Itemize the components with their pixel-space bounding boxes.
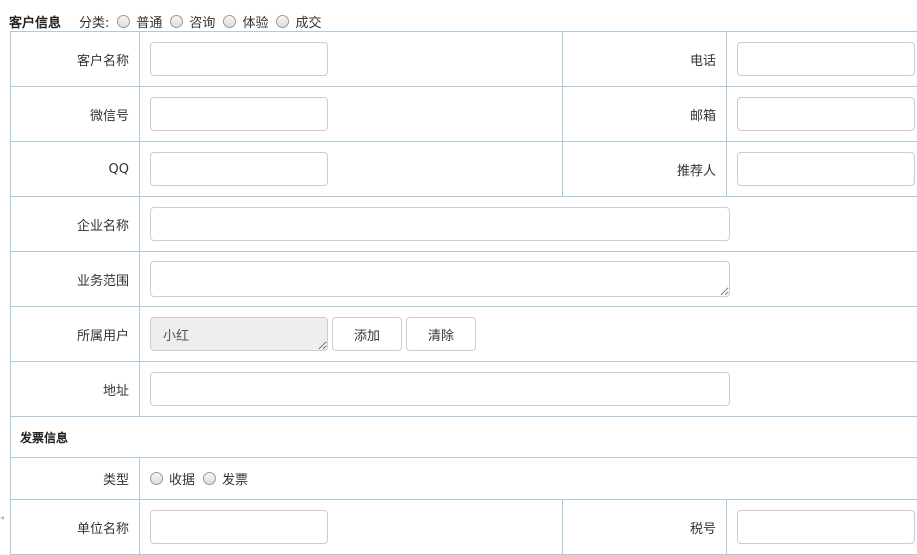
radio-circle-icon[interactable]	[203, 472, 216, 485]
customer-info-title: 客户信息	[9, 12, 61, 31]
invoice-section-row: 发票信息	[11, 417, 917, 458]
tax-number-label: 税号	[563, 500, 727, 555]
company-name-label: 企业名称	[11, 197, 140, 252]
address-cell	[140, 362, 917, 417]
email-cell	[727, 87, 917, 142]
qq-input[interactable]	[150, 152, 328, 186]
email-input[interactable]	[737, 97, 915, 131]
category-option-consult[interactable]: 咨询	[170, 12, 215, 31]
wechat-input[interactable]	[150, 97, 328, 131]
phone-label: 电话	[563, 32, 727, 87]
invoice-type-option-receipt[interactable]: 收据	[150, 469, 195, 488]
form-row: 类型 收据 发票	[11, 458, 917, 500]
clear-user-button[interactable]: 清除	[406, 317, 476, 351]
invoice-type-cell: 收据 发票	[140, 458, 917, 500]
referrer-label: 推荐人	[563, 142, 727, 197]
invoice-type-option-label: 收据	[169, 469, 195, 488]
form-row: 所属用户 小红 添加 清除	[11, 307, 917, 362]
category-option-label: 咨询	[189, 12, 215, 31]
category-option-deal[interactable]: 成交	[276, 12, 321, 31]
referrer-input[interactable]	[737, 152, 915, 186]
address-input[interactable]	[150, 372, 730, 406]
customer-info-header: 客户信息 分类: 普通 咨询 体验 成交	[9, 11, 321, 31]
category-option-label: 普通	[136, 12, 162, 31]
owner-user-controls: 小红 添加 清除	[150, 317, 917, 351]
unit-name-label: 单位名称	[11, 500, 140, 555]
invoice-type-label: 类型	[11, 458, 140, 500]
category-label: 分类:	[79, 12, 109, 31]
invoice-section-title: 发票信息	[11, 417, 917, 458]
invoice-type-radio-group: 收据 发票	[142, 469, 917, 488]
radio-circle-icon[interactable]	[276, 15, 289, 28]
form-row: 地址	[11, 362, 917, 417]
radio-circle-icon[interactable]	[223, 15, 236, 28]
form-row: 企业名称	[11, 197, 917, 252]
owner-user-cell: 小红 添加 清除	[140, 307, 917, 362]
address-label: 地址	[11, 362, 140, 417]
form-row: 业务范围	[11, 252, 917, 307]
qq-cell	[140, 142, 563, 197]
business-scope-label: 业务范围	[11, 252, 140, 307]
wechat-cell	[140, 87, 563, 142]
form-row: 微信号 邮箱	[11, 87, 917, 142]
radio-circle-icon[interactable]	[150, 472, 163, 485]
business-scope-textarea[interactable]	[150, 261, 730, 297]
customer-name-input[interactable]	[150, 42, 328, 76]
owner-user-field[interactable]: 小红	[150, 317, 328, 351]
radio-circle-icon[interactable]	[170, 15, 183, 28]
wechat-label: 微信号	[11, 87, 140, 142]
customer-name-label: 客户名称	[11, 32, 140, 87]
invoice-type-option-invoice[interactable]: 发票	[203, 469, 248, 488]
category-radio-group: 普通 咨询 体验 成交	[109, 12, 321, 31]
form-row: 单位名称 税号	[11, 500, 917, 555]
phone-input[interactable]	[737, 42, 915, 76]
referrer-cell	[727, 142, 917, 197]
owner-user-label: 所属用户	[11, 307, 140, 362]
company-name-input[interactable]	[150, 207, 730, 241]
add-user-button[interactable]: 添加	[332, 317, 402, 351]
category-option-label: 成交	[295, 12, 321, 31]
business-scope-cell	[140, 252, 917, 307]
qq-label: QQ	[11, 142, 140, 197]
unit-name-cell	[140, 500, 563, 555]
customer-form-table: 客户名称 电话 微信号 邮箱 QQ 推荐人 企业名称	[10, 31, 917, 555]
tax-number-input[interactable]	[737, 510, 915, 544]
company-name-cell	[140, 197, 917, 252]
category-option-label: 体验	[242, 12, 268, 31]
email-label: 邮箱	[563, 87, 727, 142]
tax-number-cell	[727, 500, 917, 555]
unit-name-input[interactable]	[150, 510, 328, 544]
form-row: 客户名称 电话	[11, 32, 917, 87]
form-row: QQ 推荐人	[11, 142, 917, 197]
category-option-trial[interactable]: 体验	[223, 12, 268, 31]
radio-circle-icon[interactable]	[117, 15, 130, 28]
phone-cell	[727, 32, 917, 87]
category-option-normal[interactable]: 普通	[117, 12, 162, 31]
scroll-left-arrow-icon[interactable]: ◀	[0, 511, 4, 525]
invoice-type-option-label: 发票	[222, 469, 248, 488]
customer-name-cell	[140, 32, 563, 87]
